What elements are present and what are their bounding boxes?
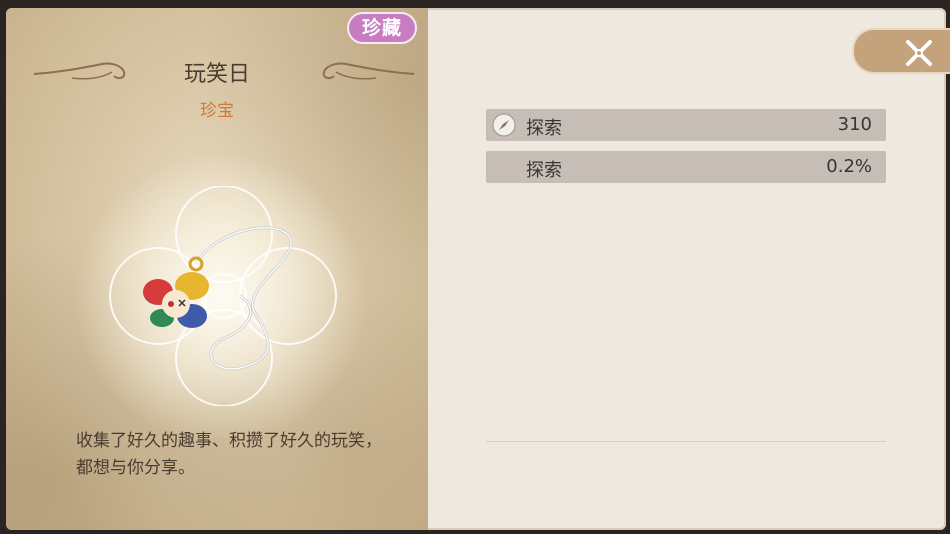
item-description: 收集了好久的趣事、积攒了好久的玩笑，都想与你分享。 xyxy=(76,431,382,478)
compass-icon xyxy=(492,113,516,137)
close-button[interactable] xyxy=(852,28,950,74)
stat-label: 探索 xyxy=(526,118,562,139)
content-divider xyxy=(486,441,886,442)
stat-row: 探索 310 xyxy=(486,109,886,141)
rarity-badge: 珍藏 xyxy=(347,12,417,44)
stat-label: 探索 xyxy=(526,160,562,181)
stat-value: 310 xyxy=(837,114,872,135)
item-card-panel: 玩笑日 珍宝 收集了好久的趣事、积攒了好久的玩笑，都想与你分享。 xyxy=(6,8,428,530)
item-category: 珍宝 xyxy=(200,101,234,121)
item-name: 玩笑日 xyxy=(183,62,250,87)
stat-value: 0.2% xyxy=(826,156,872,177)
jester-pendant-image xyxy=(143,226,293,371)
close-icon xyxy=(906,40,932,66)
stat-row: 探索 0.2% xyxy=(486,151,886,183)
